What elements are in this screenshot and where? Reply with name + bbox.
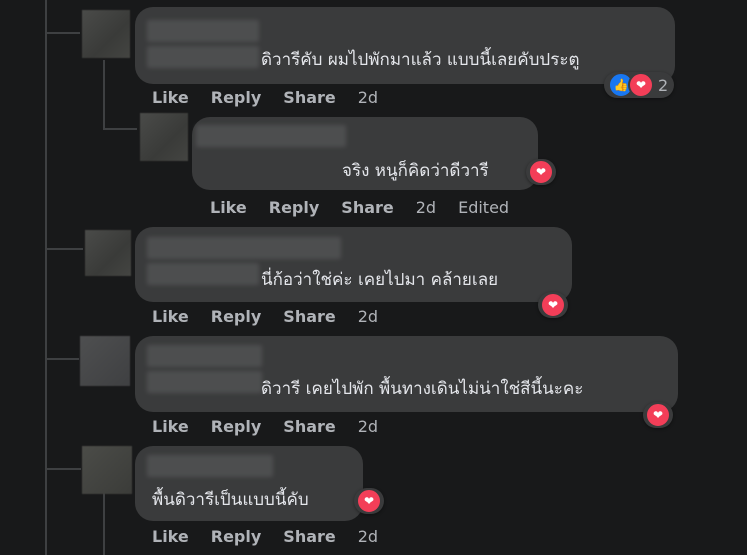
reaction-summary[interactable]: 👍 ❤ 2 <box>604 72 675 98</box>
timestamp[interactable]: 2d <box>358 307 378 326</box>
comment-text: จริง หนูก็คิดว่าดีวารี <box>342 161 489 181</box>
love-icon: ❤ <box>645 402 671 428</box>
timestamp[interactable]: 2d <box>358 88 378 107</box>
comment-actions: Like Reply Share 2d <box>152 307 378 326</box>
reaction-count: 2 <box>658 75 669 95</box>
reply-thread-line <box>103 128 137 130</box>
comment-text: ดิวารีคับ ผมไปพักมาแล้ว แบบนี้เลยคับประต… <box>261 50 580 70</box>
reaction-summary[interactable]: ❤ <box>538 292 568 318</box>
author-name-blurred[interactable] <box>147 237 341 259</box>
thread-line <box>45 358 79 360</box>
avatar[interactable] <box>82 10 130 58</box>
avatar[interactable] <box>140 113 188 161</box>
reaction-summary[interactable]: ❤ <box>354 488 384 514</box>
author-name-blurred[interactable] <box>147 345 262 367</box>
avatar[interactable] <box>82 446 132 494</box>
thread-line <box>45 468 81 470</box>
like-button[interactable]: Like <box>152 88 189 107</box>
comment-actions: Like Reply Share 2d <box>152 88 378 107</box>
share-button[interactable]: Share <box>341 198 393 217</box>
comment-text: พื้นดิวารีเป็นแบบนี้คับ <box>152 490 309 510</box>
love-icon: ❤ <box>528 159 554 185</box>
reply-button[interactable]: Reply <box>211 527 262 546</box>
reply-button[interactable]: Reply <box>269 198 320 217</box>
edited-label[interactable]: Edited <box>458 198 509 217</box>
reply-thread-line <box>103 490 105 555</box>
timestamp[interactable]: 2d <box>416 198 436 217</box>
comment-text: นี่ก้อว่าใช่ค่ะ เคยไปมา คล้ายเลย <box>261 270 499 290</box>
comment-text: ดิวารี เคยไปพัก พื้นทางเดินไม่น่าใช่สีนี… <box>261 379 584 399</box>
love-icon: ❤ <box>356 488 382 514</box>
author-name-blurred[interactable] <box>147 20 259 42</box>
like-button[interactable]: Like <box>152 527 189 546</box>
like-button[interactable]: Like <box>152 307 189 326</box>
reply-thread-line <box>103 60 105 130</box>
author-name-blurred[interactable] <box>196 125 346 147</box>
reaction-summary[interactable]: ❤ <box>526 159 556 185</box>
reply-button[interactable]: Reply <box>211 417 262 436</box>
author-name-blurred[interactable] <box>147 455 273 477</box>
avatar[interactable] <box>85 230 131 276</box>
share-button[interactable]: Share <box>283 88 335 107</box>
comment-actions: Like Reply Share 2d <box>152 527 378 546</box>
author-name-blurred[interactable] <box>147 263 259 285</box>
thread-line <box>45 32 80 34</box>
love-icon: ❤ <box>628 72 654 98</box>
reply-button[interactable]: Reply <box>211 88 262 107</box>
author-name-blurred[interactable] <box>147 371 262 393</box>
love-icon: ❤ <box>540 292 566 318</box>
like-button[interactable]: Like <box>210 198 247 217</box>
avatar[interactable] <box>80 336 130 386</box>
reaction-summary[interactable]: ❤ <box>643 402 673 428</box>
timestamp[interactable]: 2d <box>358 527 378 546</box>
reply-button[interactable]: Reply <box>211 307 262 326</box>
share-button[interactable]: Share <box>283 527 335 546</box>
like-button[interactable]: Like <box>152 417 189 436</box>
share-button[interactable]: Share <box>283 307 335 326</box>
comment-actions: Like Reply Share 2d <box>152 417 378 436</box>
timestamp[interactable]: 2d <box>358 417 378 436</box>
thread-line <box>45 248 83 250</box>
share-button[interactable]: Share <box>283 417 335 436</box>
author-name-blurred[interactable] <box>147 46 259 68</box>
comment-actions: Like Reply Share 2d Edited <box>210 198 509 217</box>
thread-line <box>45 0 47 555</box>
